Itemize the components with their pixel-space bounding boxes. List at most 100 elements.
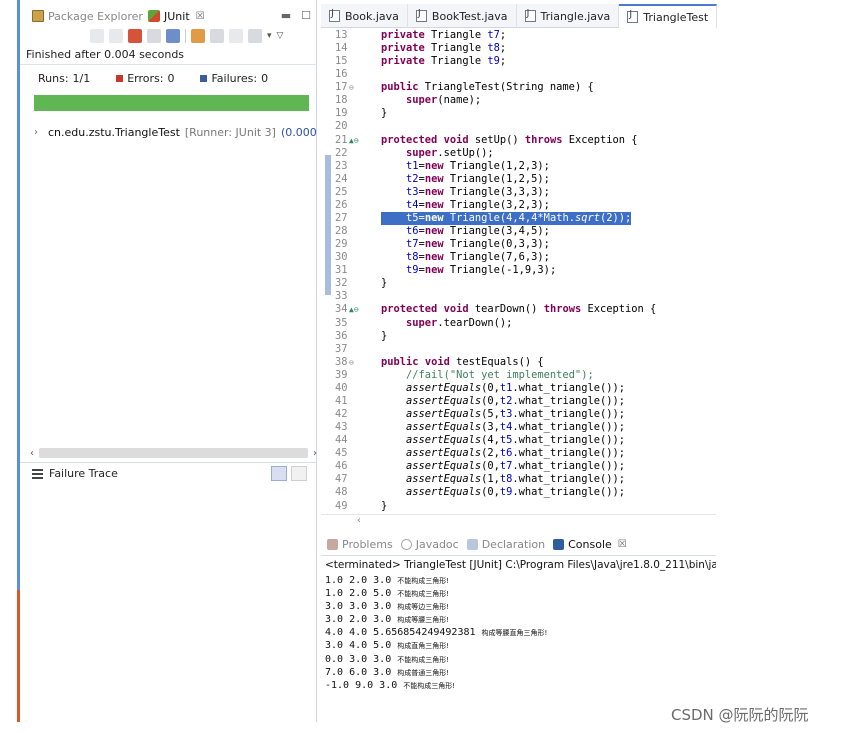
tab-triangle-java[interactable]: Triangle.java bbox=[517, 4, 620, 28]
stop-icon[interactable] bbox=[229, 29, 243, 43]
code-line[interactable]: 18 super(name); bbox=[321, 94, 716, 107]
tab-book-java[interactable]: Book.java bbox=[321, 4, 408, 28]
code-line[interactable]: 42 assertEquals(5,t3.what_triangle()); bbox=[321, 408, 716, 421]
code-line[interactable]: 44 assertEquals(4,t5.what_triangle()); bbox=[321, 434, 716, 447]
rerun-failed-first-icon[interactable] bbox=[191, 29, 205, 43]
code-line[interactable]: 36} bbox=[321, 330, 716, 343]
console-message: 不能构成三角形! bbox=[397, 590, 450, 599]
code-line[interactable]: 23 t1=new Triangle(1,2,3); bbox=[321, 160, 716, 173]
tab-javadoc[interactable]: Javadoc bbox=[400, 538, 459, 551]
code-line[interactable]: 21 ▲⊖ protected void setUp() throws Except… bbox=[321, 134, 716, 147]
test-suite-tree-item[interactable]: › cn.edu.zstu.TriangleTest [Runner: JUni… bbox=[34, 124, 317, 140]
code-line[interactable]: 39 //fail("Not yet implemented"); bbox=[321, 369, 716, 382]
code-line[interactable]: 46 assertEquals(0,t7.what_triangle()); bbox=[321, 460, 716, 473]
code-line[interactable]: 30 t8=new Triangle(7,6,3); bbox=[321, 251, 716, 264]
scroll-left-icon[interactable]: ‹ bbox=[30, 448, 34, 459]
stack-trace-icon bbox=[32, 468, 43, 479]
previous-failure-icon[interactable] bbox=[109, 29, 123, 43]
scroll-right-icon[interactable]: › bbox=[313, 448, 317, 459]
code-line[interactable]: 22 super.setUp(); bbox=[321, 147, 716, 160]
code-line[interactable]: 37 bbox=[321, 343, 716, 356]
code-line[interactable]: 14 private Triangle t8; bbox=[321, 42, 716, 55]
line-number: 30 bbox=[335, 251, 348, 264]
code-text: assertEquals(0,t7.what_triangle()); bbox=[406, 460, 626, 473]
code-line[interactable]: 31 t9=new Triangle(-1,9,3); bbox=[321, 264, 716, 277]
test-suite-time: (0.000 s bbox=[280, 125, 317, 139]
code-line[interactable]: 19} bbox=[321, 107, 716, 120]
code-line[interactable]: 32} bbox=[321, 277, 716, 290]
code-line[interactable]: 49} bbox=[321, 500, 716, 513]
code-line[interactable]: 34 ▲⊖ protected void tearDown() throws Exc… bbox=[321, 303, 716, 316]
close-icon[interactable]: ☒ bbox=[196, 11, 205, 22]
code-line[interactable]: 25 t3=new Triangle(3,3,3); bbox=[321, 186, 716, 199]
code-line[interactable]: 43 assertEquals(3,t4.what_triangle()); bbox=[321, 421, 716, 434]
code-line[interactable]: 27 t5=new Triangle(4,4,4*Math.sqrt(2)); bbox=[321, 211, 716, 226]
tab-label: TriangleTest bbox=[643, 10, 709, 24]
code-line[interactable]: 17 ⊖ public TriangleTest(String name) { bbox=[321, 81, 716, 94]
code-text: private Triangle t9; bbox=[381, 55, 507, 68]
tab-junit[interactable]: JUnit ☒ bbox=[148, 7, 205, 25]
console-icon bbox=[553, 539, 565, 550]
editor-horizontal-scrollbar[interactable]: ‹ bbox=[321, 514, 716, 527]
code-line[interactable]: 15 private Triangle t9; bbox=[321, 55, 716, 68]
code-line[interactable]: 28 t6=new Triangle(3,4,5); bbox=[321, 225, 716, 238]
minimize-icon[interactable]: ▬ bbox=[281, 9, 291, 22]
fold-marker-icon[interactable]: ▲⊖ bbox=[349, 303, 359, 316]
horizontal-scrollbar[interactable]: ‹ › bbox=[30, 446, 317, 460]
history-icon[interactable] bbox=[248, 29, 262, 43]
tab-declaration[interactable]: Declaration bbox=[466, 538, 545, 551]
java-file-icon bbox=[329, 8, 340, 22]
fold-marker-icon[interactable]: ⊖ bbox=[349, 356, 354, 369]
fold-marker-icon[interactable]: ▲⊖ bbox=[349, 134, 359, 147]
code-line[interactable]: 45 assertEquals(2,t6.what_triangle()); bbox=[321, 447, 716, 460]
code-line[interactable]: 16 bbox=[321, 68, 716, 81]
code-text: } bbox=[381, 107, 388, 120]
rerun-test-icon[interactable] bbox=[166, 29, 180, 43]
code-line[interactable]: 38 ⊖ public void testEquals() { bbox=[321, 356, 716, 369]
stop-test-icon[interactable] bbox=[210, 29, 224, 43]
error-icon bbox=[116, 75, 124, 82]
tab-booktest-java[interactable]: BookTest.java bbox=[408, 4, 517, 28]
filter-stack-trace-icon[interactable] bbox=[271, 466, 287, 481]
expand-chevron-icon[interactable]: › bbox=[34, 127, 38, 138]
code-line[interactable]: 47 assertEquals(1,t8.what_triangle()); bbox=[321, 473, 716, 486]
tab-console[interactable]: Console ☒ bbox=[553, 538, 627, 551]
code-line[interactable]: 41 assertEquals(0,t2.what_triangle()); bbox=[321, 395, 716, 408]
junit-toolbar: ▾ ▽ bbox=[90, 27, 283, 45]
scroll-track[interactable] bbox=[39, 448, 308, 458]
history-dropdown-icon[interactable]: ▾ bbox=[267, 31, 272, 41]
tab-triangletest[interactable]: TriangleTest bbox=[619, 4, 718, 28]
line-number: 33 bbox=[335, 290, 348, 303]
tab-package-explorer[interactable]: Package Explorer bbox=[32, 7, 143, 25]
code-line[interactable]: 48 assertEquals(0,t9.what_triangle()); bbox=[321, 486, 716, 499]
javadoc-icon bbox=[400, 539, 412, 550]
view-menu-icon[interactable]: ▽ bbox=[277, 31, 284, 41]
close-icon[interactable]: ☒ bbox=[618, 539, 627, 550]
next-failure-icon[interactable] bbox=[90, 29, 104, 43]
code-line[interactable]: 29 t7=new Triangle(0,3,3); bbox=[321, 238, 716, 251]
code-line[interactable]: 35 super.tearDown(); bbox=[321, 317, 716, 330]
runs-value: 1/1 bbox=[72, 72, 91, 85]
code-text: t7=new Triangle(0,3,3); bbox=[406, 238, 550, 251]
code-line[interactable]: 26 t4=new Triangle(3,2,3); bbox=[321, 199, 716, 212]
code-text: public TriangleTest(String name) { bbox=[381, 81, 594, 94]
console-message: 不能构成三角形! bbox=[397, 577, 450, 585]
code-area[interactable]: 13 private Triangle t7; 14 private Triangle… bbox=[321, 29, 716, 514]
tab-label: Triangle.java bbox=[540, 9, 611, 23]
console-values: 1.0 2.0 3.0 bbox=[325, 575, 398, 586]
code-line[interactable]: 20 bbox=[321, 120, 716, 133]
fold-marker-icon[interactable]: ⊖ bbox=[349, 81, 354, 94]
tab-label: Console bbox=[568, 538, 612, 551]
maximize-icon[interactable]: ☐ bbox=[301, 9, 311, 22]
code-line[interactable]: 40 assertEquals(0,t1.what_triangle()); bbox=[321, 382, 716, 395]
code-line[interactable]: 33 bbox=[321, 290, 716, 303]
show-failures-only-icon[interactable] bbox=[128, 29, 142, 43]
compare-result-icon[interactable] bbox=[291, 466, 307, 481]
line-number: 27 bbox=[335, 211, 348, 224]
scroll-lock-icon[interactable] bbox=[147, 29, 161, 43]
console-output[interactable]: 1.0 2.0 3.0 不能构成三角形! 1.0 2.0 5.0 不能构成三角形!… bbox=[325, 574, 547, 692]
code-line[interactable]: 13 private Triangle t7; bbox=[321, 29, 716, 42]
code-line[interactable]: 24 t2=new Triangle(1,2,5); bbox=[321, 173, 716, 186]
tab-problems[interactable]: Problems bbox=[327, 538, 393, 551]
scroll-left-icon[interactable]: ‹ bbox=[357, 515, 361, 526]
